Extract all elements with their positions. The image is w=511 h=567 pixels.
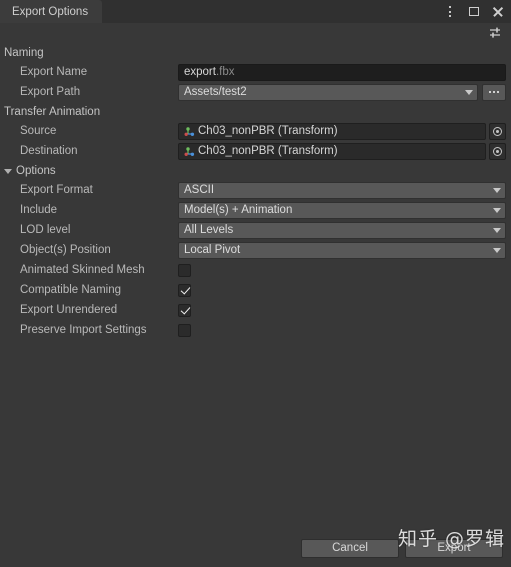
lod-level-label: LOD level (20, 224, 71, 236)
source-object-picker-icon[interactable] (489, 122, 506, 140)
close-icon[interactable] (491, 5, 505, 19)
export-path-dropdown[interactable]: Assets/test2 (178, 83, 478, 101)
row-animated-skinned-mesh: Animated Skinned Mesh (0, 260, 511, 280)
export-format-dropdown[interactable]: ASCII (178, 181, 506, 199)
tab-export-options[interactable]: Export Options (0, 0, 103, 23)
tab-label: Export Options (12, 5, 89, 18)
transform-gizmo-icon (183, 125, 196, 138)
export-name-label: Export Name (20, 66, 88, 78)
foldout-expanded-icon (4, 168, 12, 174)
chevron-down-icon (465, 89, 473, 95)
row-export-path: Export Path Assets/test2 (0, 82, 511, 102)
cancel-button-label: Cancel (332, 542, 368, 554)
compatible-naming-checkbox[interactable] (178, 283, 191, 297)
row-source: Source Ch03_nonPBR (Transform) (0, 121, 511, 141)
preserve-import-settings-label: Preserve Import Settings (20, 324, 147, 336)
lod-level-value: All Levels (184, 224, 234, 236)
row-lod-level: LOD level All Levels (0, 220, 511, 240)
row-preserve-import-settings: Preserve Import Settings (0, 320, 511, 340)
export-name-input[interactable]: export .fbx (178, 63, 506, 81)
maximize-icon[interactable] (467, 5, 481, 19)
export-unrendered-checkbox[interactable] (178, 303, 191, 317)
chevron-down-icon (493, 207, 501, 213)
include-value: Model(s) + Animation (184, 204, 293, 216)
row-objects-position: Object(s) Position Local Pivot (0, 240, 511, 260)
chevron-down-icon (493, 227, 501, 233)
export-button-label: Export (437, 542, 471, 554)
chevron-down-icon (493, 247, 501, 253)
sliders-settings-icon[interactable] (488, 26, 502, 40)
preserve-import-settings-checkbox[interactable] (178, 323, 191, 337)
export-unrendered-label: Export Unrendered (20, 304, 118, 316)
cancel-button[interactable]: Cancel (301, 538, 399, 558)
export-format-label: Export Format (20, 184, 93, 196)
section-header-naming: Naming (0, 43, 511, 62)
source-object-field[interactable]: Ch03_nonPBR (Transform) (178, 122, 486, 140)
naming-header-label: Naming (4, 46, 44, 59)
destination-object-field[interactable]: Ch03_nonPBR (Transform) (178, 142, 486, 160)
objects-position-label: Object(s) Position (20, 244, 111, 256)
export-name-value: export (184, 66, 216, 78)
destination-object-picker-icon[interactable] (489, 142, 506, 160)
row-destination: Destination Ch03_nonPBR (Transform) (0, 141, 511, 161)
source-label: Source (20, 125, 57, 137)
destination-object-value: Ch03_nonPBR (Transform) (198, 145, 338, 157)
compatible-naming-label: Compatible Naming (20, 284, 121, 296)
animated-skinned-mesh-label: Animated Skinned Mesh (20, 264, 145, 276)
options-header-label: Options (16, 164, 56, 177)
kebab-menu-icon[interactable] (443, 5, 457, 19)
section-header-options[interactable]: Options (0, 161, 511, 180)
row-export-unrendered: Export Unrendered (0, 300, 511, 320)
row-export-name: Export Name export .fbx (0, 62, 511, 82)
export-button[interactable]: Export (405, 538, 503, 558)
toolbar-strip (0, 23, 511, 43)
section-header-transfer-animation: Transfer Animation (0, 102, 511, 121)
export-format-value: ASCII (184, 184, 215, 196)
export-path-value: Assets/test2 (184, 86, 247, 98)
destination-label: Destination (20, 145, 78, 157)
export-path-label: Export Path (20, 86, 81, 98)
objects-position-dropdown[interactable]: Local Pivot (178, 241, 506, 259)
source-object-value: Ch03_nonPBR (Transform) (198, 125, 338, 137)
row-export-format: Export Format ASCII (0, 180, 511, 200)
export-options-window: Export Options Naming Export Name export… (0, 0, 511, 567)
dialog-footer: Cancel Export (0, 529, 511, 567)
include-dropdown[interactable]: Model(s) + Animation (178, 201, 506, 219)
export-name-extension: .fbx (215, 66, 235, 78)
objects-position-value: Local Pivot (184, 244, 241, 256)
titlebar: Export Options (0, 0, 511, 23)
row-compatible-naming: Compatible Naming (0, 280, 511, 300)
window-controls (443, 0, 505, 23)
dialog-body: Naming Export Name export .fbx Export Pat… (0, 43, 511, 567)
animated-skinned-mesh-checkbox[interactable] (178, 263, 191, 277)
transform-gizmo-icon (183, 145, 196, 158)
export-path-browse-button[interactable] (482, 83, 506, 101)
lod-level-dropdown[interactable]: All Levels (178, 221, 506, 239)
include-label: Include (20, 204, 58, 216)
row-include: Include Model(s) + Animation (0, 200, 511, 220)
transfer-animation-header-label: Transfer Animation (4, 105, 101, 118)
chevron-down-icon (493, 187, 501, 193)
